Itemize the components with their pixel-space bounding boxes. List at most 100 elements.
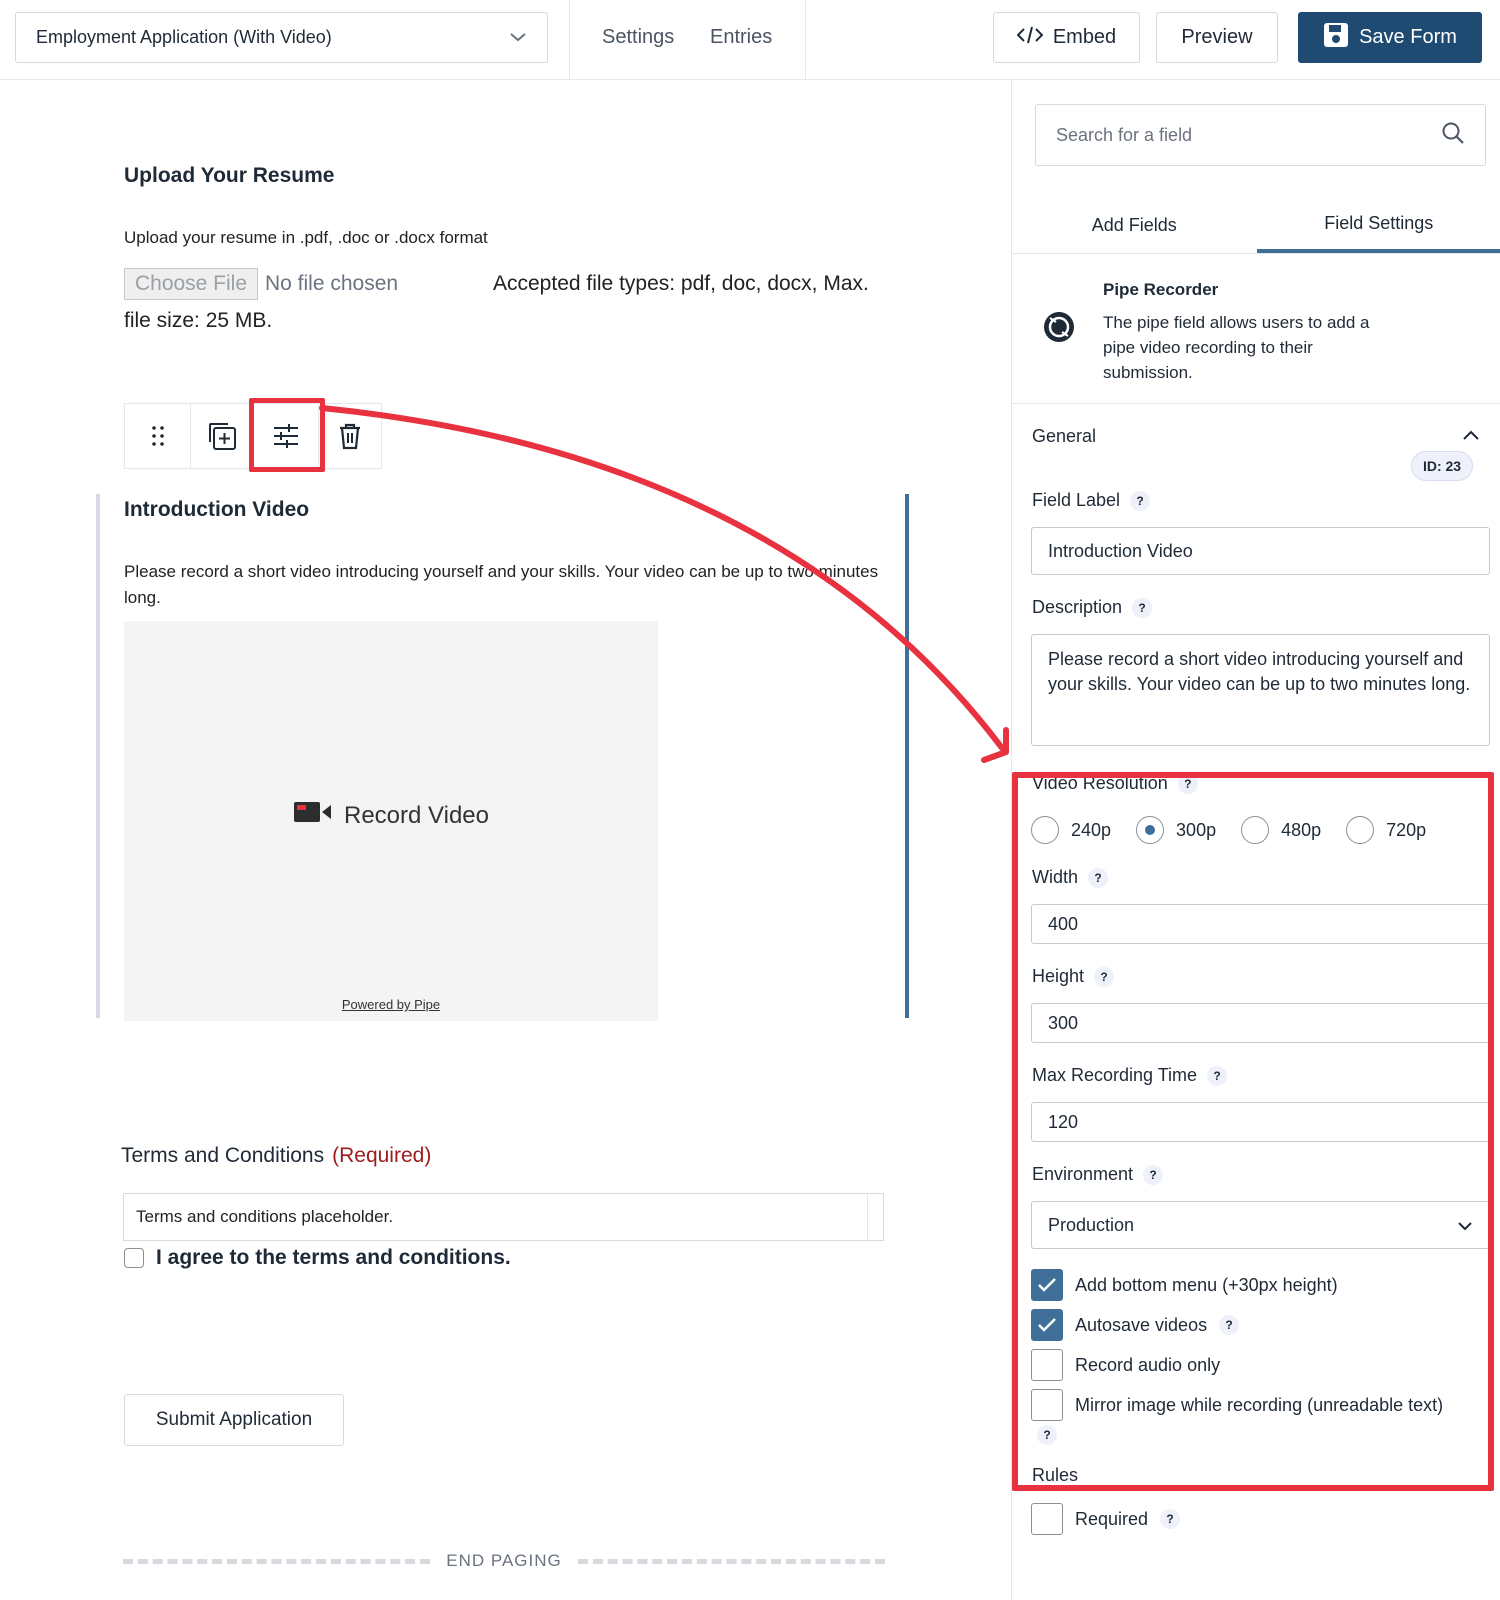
radio-button[interactable] bbox=[1136, 816, 1165, 844]
video-resolution-radios: 240p 300p 480p 720p bbox=[1031, 816, 1451, 844]
video-field-title: Introduction Video bbox=[124, 498, 310, 521]
help-icon[interactable]: ? bbox=[1160, 1509, 1181, 1529]
radio-720p[interactable]: 720p bbox=[1346, 816, 1426, 844]
record-audio-only-option[interactable]: Record audio only bbox=[1031, 1349, 1220, 1381]
chevron-down-icon bbox=[509, 27, 527, 48]
terms-field-title: Terms and Conditions (Required) bbox=[121, 1144, 431, 1168]
checkbox-label: Mirror image while recording (unreadable… bbox=[1075, 1394, 1444, 1415]
autosave-videos-checkbox[interactable] bbox=[1031, 1309, 1063, 1341]
help-icon[interactable]: ? bbox=[1037, 1425, 1057, 1445]
add-bottom-menu-option[interactable]: Add bottom menu (+30px height) bbox=[1031, 1269, 1338, 1301]
mirror-image-option[interactable]: Mirror image while recording (unreadable… bbox=[1031, 1389, 1443, 1421]
sidebar-tabs: Add Fields Field Settings bbox=[1012, 198, 1500, 254]
end-paging-label: END PAGING bbox=[446, 1551, 562, 1570]
autosave-videos-option[interactable]: Autosave videos ? bbox=[1031, 1309, 1240, 1341]
field-sidebar: Add Fields Field Settings Pipe Recorder … bbox=[1011, 80, 1500, 1600]
help-icon[interactable]: ? bbox=[1094, 966, 1115, 987]
scrollbar[interactable] bbox=[867, 1194, 883, 1240]
field-label-text: Field Label bbox=[1032, 490, 1121, 510]
pipe-recorder-preview: Record Video Powered by Pipe bbox=[124, 621, 658, 1021]
checkbox-label: Autosave videos bbox=[1075, 1314, 1208, 1335]
preview-label: Preview bbox=[1181, 26, 1253, 48]
help-icon[interactable]: ? bbox=[1132, 597, 1153, 618]
help-icon[interactable]: ? bbox=[1219, 1315, 1240, 1335]
max-recording-time-input[interactable]: 120 bbox=[1031, 1102, 1490, 1142]
record-audio-only-checkbox[interactable] bbox=[1031, 1349, 1063, 1381]
video-resolution-label-text: Video Resolution bbox=[1032, 773, 1168, 793]
field-type-description: The pipe field allows users to add a pip… bbox=[1103, 313, 1370, 382]
field-label-input[interactable]: Introduction Video bbox=[1031, 527, 1490, 575]
selection-left-border bbox=[96, 494, 100, 1018]
help-icon[interactable]: ? bbox=[1207, 1065, 1228, 1086]
agree-terms-label: I agree to the terms and conditions. bbox=[156, 1246, 511, 1269]
tab-field-settings[interactable]: Field Settings bbox=[1256, 198, 1500, 253]
radio-button[interactable] bbox=[1031, 816, 1059, 844]
environment-select[interactable]: Production bbox=[1031, 1201, 1490, 1249]
environment-label-text: Environment bbox=[1032, 1164, 1134, 1184]
trash-icon[interactable] bbox=[319, 404, 381, 468]
entries-link[interactable]: Entries bbox=[710, 26, 772, 49]
radio-button[interactable] bbox=[1346, 816, 1375, 844]
description-label: Description ? bbox=[1032, 597, 1153, 618]
pipe-recorder-icon bbox=[1042, 310, 1076, 349]
help-icon[interactable]: ? bbox=[1177, 773, 1198, 794]
search-icon[interactable] bbox=[1441, 121, 1465, 150]
help-icon[interactable]: ? bbox=[1130, 490, 1151, 511]
duplicate-icon[interactable] bbox=[191, 404, 253, 468]
chevron-up-icon[interactable] bbox=[1462, 428, 1480, 446]
radio-300p[interactable]: 300p bbox=[1136, 816, 1216, 844]
agree-terms-checkbox[interactable] bbox=[124, 1248, 144, 1268]
resume-field-title: Upload Your Resume bbox=[124, 164, 335, 187]
resume-field-description: Upload your resume in .pdf, .doc or .doc… bbox=[124, 228, 488, 247]
radio-480p[interactable]: 480p bbox=[1241, 816, 1321, 844]
required-option[interactable]: Required ? bbox=[1031, 1503, 1181, 1535]
record-video-button[interactable]: Record Video bbox=[294, 801, 489, 830]
checkbox-label: Required bbox=[1075, 1508, 1149, 1529]
embed-button[interactable]: Embed bbox=[993, 12, 1140, 63]
code-icon bbox=[1016, 25, 1044, 51]
video-camera-icon bbox=[294, 801, 332, 830]
height-label: Height ? bbox=[1032, 966, 1115, 987]
general-section-header[interactable]: General bbox=[1032, 426, 1096, 447]
terms-textbox[interactable]: Terms and conditions placeholder. bbox=[123, 1193, 884, 1241]
height-input[interactable]: 300 bbox=[1031, 1003, 1490, 1043]
powered-by-pipe-link[interactable]: Powered by Pipe bbox=[124, 997, 658, 1012]
radio-240p[interactable]: 240p bbox=[1031, 816, 1111, 844]
drag-handle-icon[interactable] bbox=[125, 404, 191, 468]
radio-button[interactable] bbox=[1241, 816, 1270, 844]
radio-label: 720p bbox=[1386, 819, 1427, 840]
max-recording-time-label-text: Max Recording Time bbox=[1032, 1065, 1198, 1085]
choose-file-button[interactable]: Choose File bbox=[124, 268, 258, 300]
required-checkbox[interactable] bbox=[1031, 1503, 1063, 1535]
field-settings-icon[interactable] bbox=[253, 404, 319, 468]
max-file-size: file size: 25 MB. bbox=[124, 309, 273, 332]
save-form-button[interactable]: Save Form bbox=[1298, 12, 1482, 63]
radio-label: 480p bbox=[1281, 819, 1322, 840]
dashed-line bbox=[123, 1558, 431, 1564]
mirror-image-checkbox[interactable] bbox=[1031, 1389, 1063, 1421]
form-name: Employment Application (With Video) bbox=[36, 27, 332, 47]
search-input[interactable] bbox=[1056, 124, 1416, 146]
accepted-file-types: Accepted file types: pdf, doc, docx, Max… bbox=[493, 272, 869, 295]
width-value: 400 bbox=[1048, 913, 1079, 934]
submit-application-button[interactable]: Submit Application bbox=[124, 1394, 344, 1446]
checkbox-label: Record audio only bbox=[1075, 1354, 1221, 1375]
rules-label: Rules bbox=[1032, 1465, 1078, 1486]
field-type-name: Pipe Recorder bbox=[1103, 280, 1219, 299]
tab-add-fields[interactable]: Add Fields bbox=[1012, 198, 1257, 253]
width-label: Width ? bbox=[1032, 867, 1109, 888]
add-bottom-menu-checkbox[interactable] bbox=[1031, 1269, 1063, 1301]
width-input[interactable]: 400 bbox=[1031, 904, 1490, 944]
help-icon[interactable]: ? bbox=[1143, 1164, 1164, 1185]
divider bbox=[805, 0, 806, 80]
preview-button[interactable]: Preview bbox=[1156, 12, 1278, 63]
description-textarea[interactable]: Please record a short video introducing … bbox=[1031, 634, 1490, 746]
end-paging-divider: END PAGING bbox=[123, 1548, 886, 1574]
field-search[interactable] bbox=[1035, 104, 1486, 166]
help-icon[interactable]: ? bbox=[1088, 867, 1109, 888]
terms-title-text: Terms and Conditions bbox=[121, 1144, 325, 1167]
dashed-line bbox=[577, 1558, 886, 1564]
environment-value: Production bbox=[1048, 1214, 1135, 1235]
form-selector[interactable]: Employment Application (With Video) bbox=[15, 12, 548, 63]
settings-link[interactable]: Settings bbox=[602, 26, 674, 49]
